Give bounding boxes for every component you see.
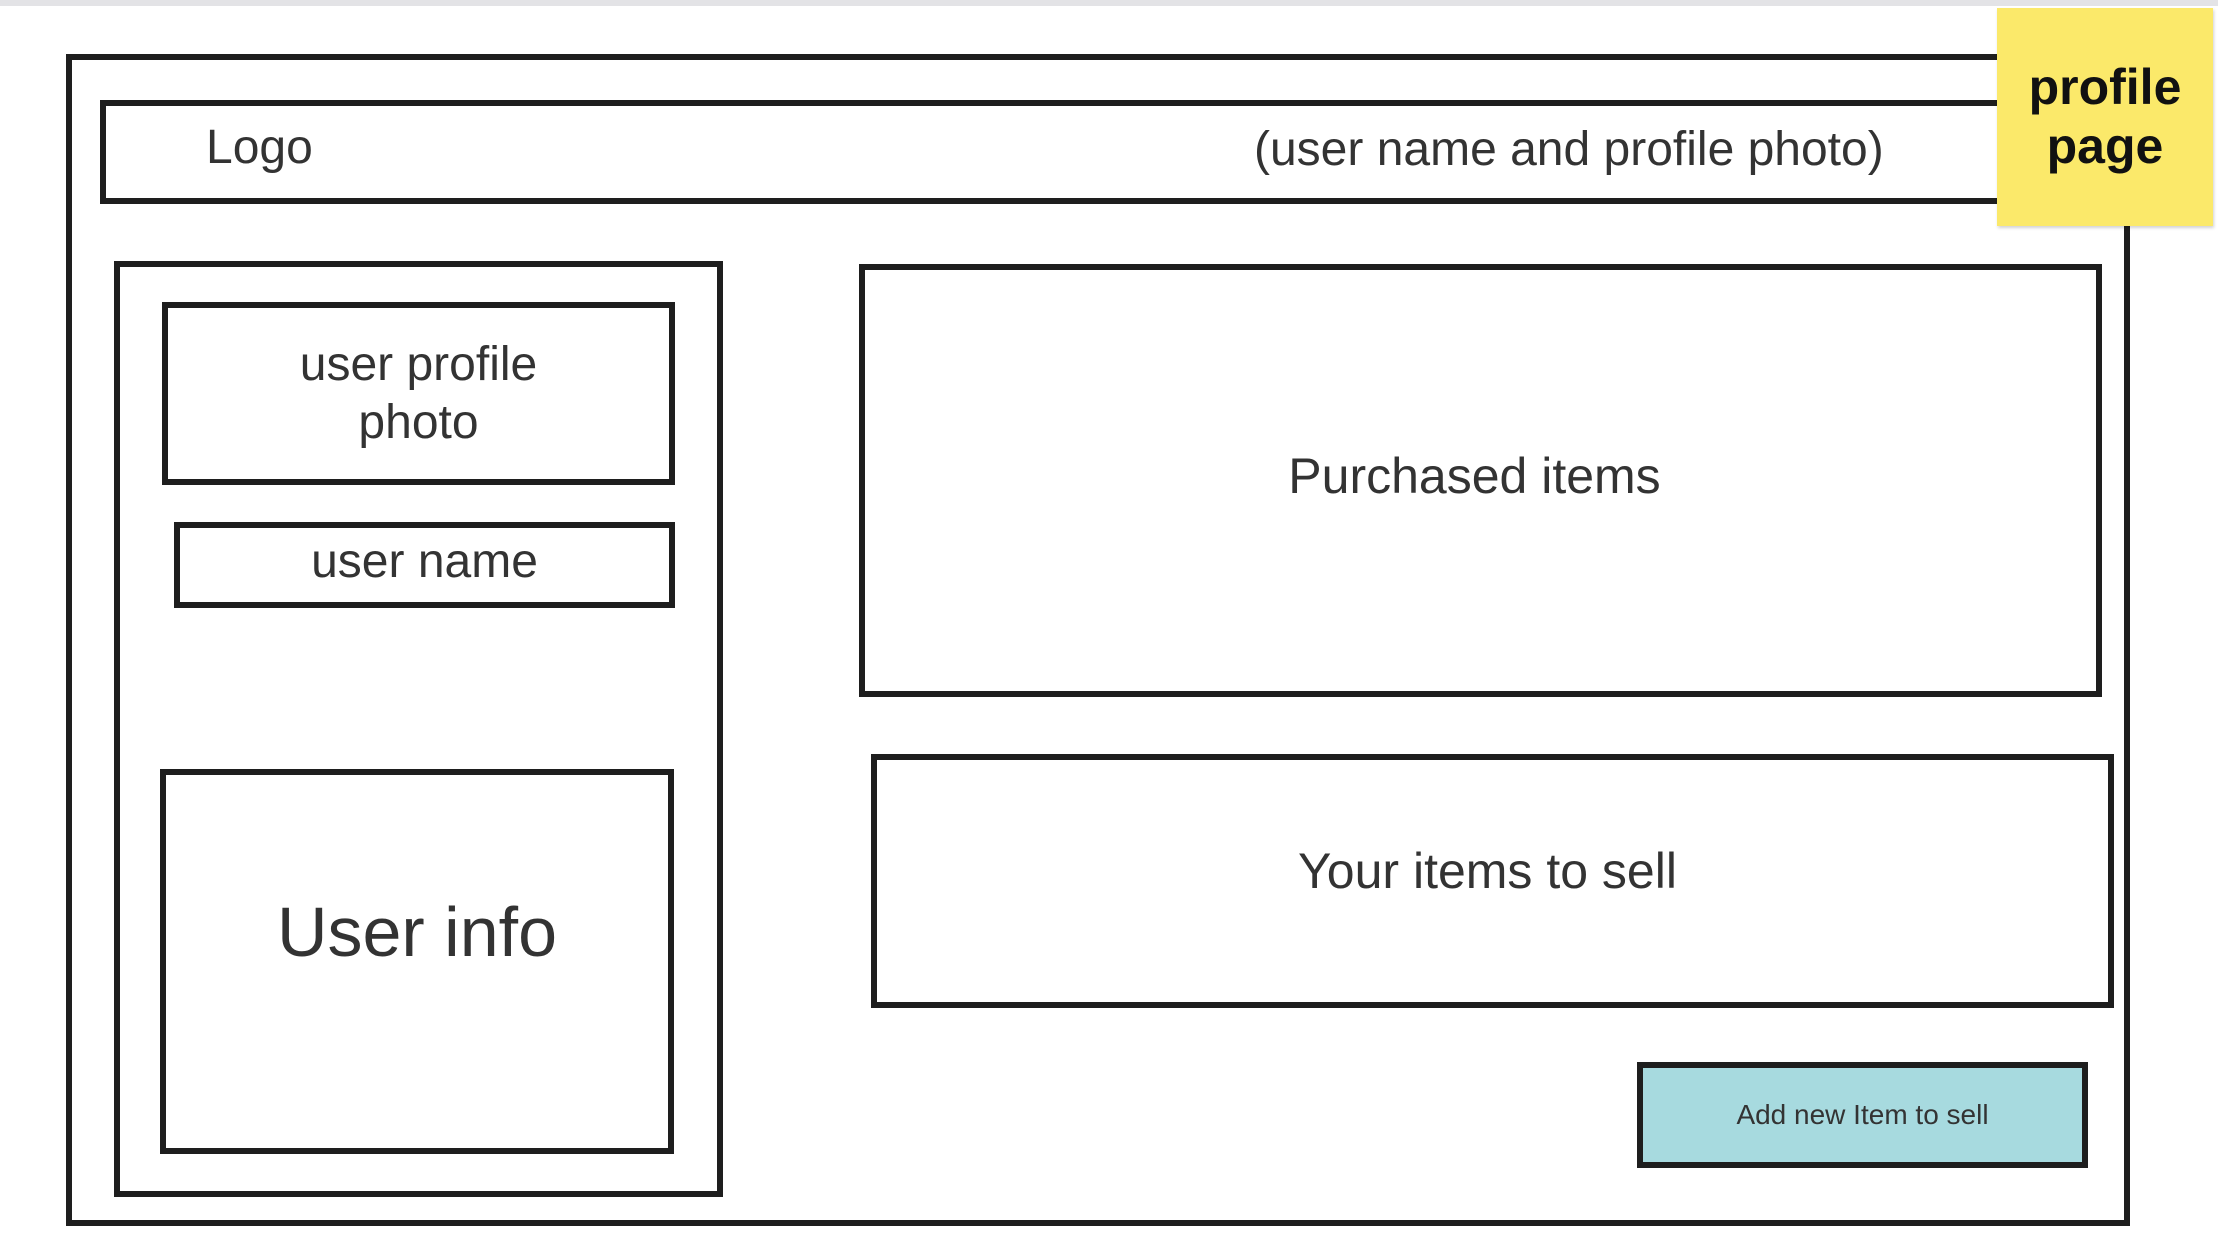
purchased-items-panel: Purchased items [859,264,2102,697]
user-name-label: user name [311,534,538,588]
purchased-items-label: Purchased items [1288,447,1661,504]
user-profile-photo-label: user profile photo [299,337,538,449]
add-new-item-button[interactable]: Add new Item to sell [1637,1062,2088,1168]
user-name-box: user name [174,522,675,608]
user-info-label: User info [276,892,558,971]
header-bar: Logo (user name and profile photo) [100,100,2060,204]
logo[interactable]: Logo [206,120,313,175]
items-to-sell-panel: Your items to sell [871,754,2114,1008]
user-profile-photo: user profile photo [162,302,675,485]
user-name-and-profile-photo[interactable]: (user name and profile photo) [1254,122,1884,177]
sticky-note-profile-page: profile page [1997,8,2213,226]
items-to-sell-label: Your items to sell [1298,843,1677,899]
user-info-box: User info [160,769,674,1154]
top-border-line [0,0,2218,6]
